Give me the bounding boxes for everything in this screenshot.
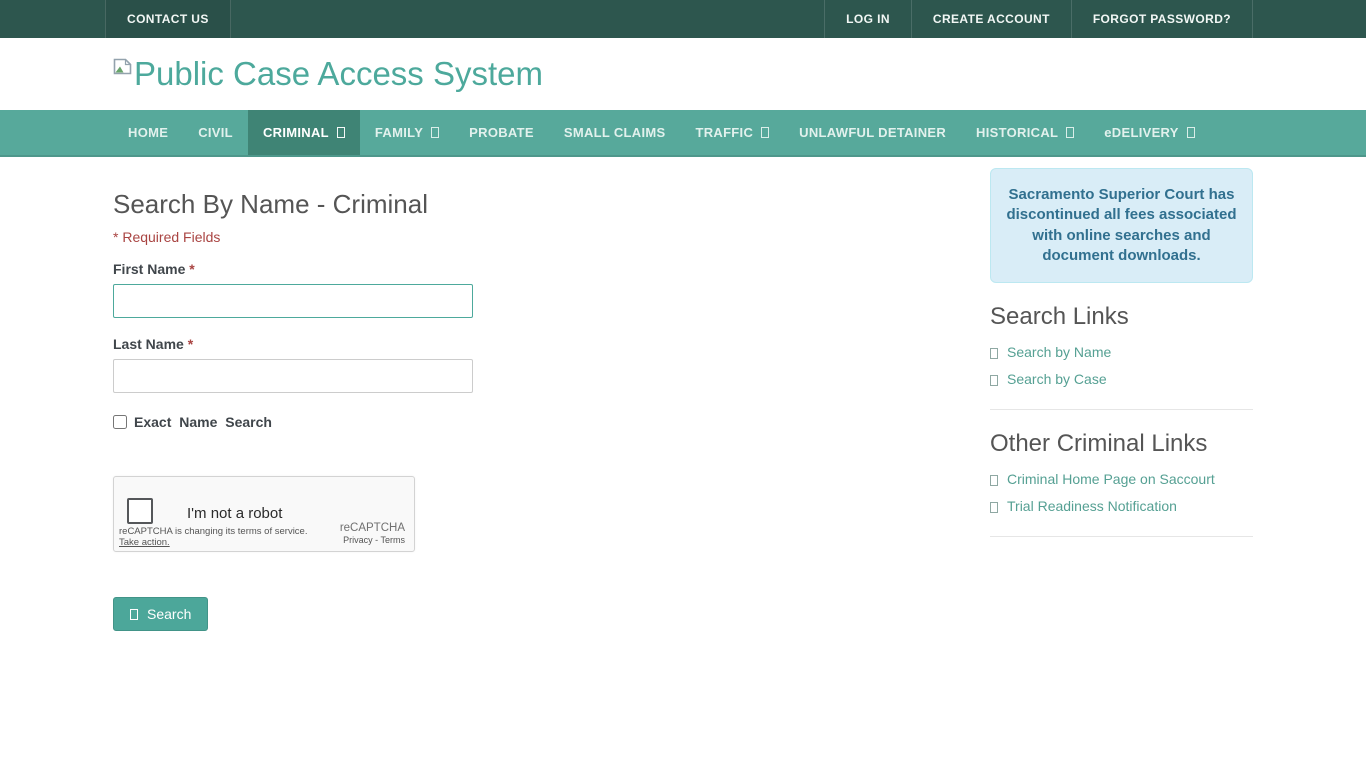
recaptcha-take-action-link[interactable]: Take action. [119, 537, 170, 549]
last-name-label: Last Name * [113, 336, 194, 352]
nav-item-civil[interactable]: CIVIL [183, 110, 248, 155]
exact-name-checkbox[interactable] [113, 415, 127, 429]
required-fields-note: * Required Fields [113, 229, 221, 245]
fee-discontinued-notice: Sacramento Superior Court has discontinu… [990, 168, 1253, 283]
nav-label: CRIMINAL [262, 125, 329, 140]
nav-item-family[interactable]: FAMILY [360, 110, 454, 155]
recaptcha-brand: reCAPTCHA Privacy - Terms [340, 522, 405, 545]
contact-us-link[interactable]: CONTACT US [105, 0, 231, 38]
recaptcha-label: I'm not a robot [187, 505, 283, 522]
link-bullet-icon [990, 347, 998, 359]
create-account-link[interactable]: CREATE ACCOUNT [912, 0, 1072, 38]
recaptcha-widget: I'm not a robot reCAPTCHA is changing it… [113, 476, 415, 552]
criminal-home-page-link[interactable]: Criminal Home Page on Saccourt [990, 471, 1253, 487]
link-bullet-icon [990, 374, 998, 386]
sidebar-divider [990, 536, 1253, 537]
sidebar: Sacramento Superior Court has discontinu… [990, 168, 1253, 631]
log-in-link[interactable]: LOG IN [824, 0, 912, 38]
first-name-label: First Name * [113, 261, 195, 277]
recaptcha-privacy-link[interactable]: Privacy [343, 535, 373, 545]
broken-image-icon [113, 58, 132, 80]
nav-label: HOME [128, 125, 169, 140]
recaptcha-terms-link[interactable]: Terms [381, 535, 406, 545]
nav-item-criminal[interactable]: CRIMINAL [247, 110, 360, 155]
trial-readiness-link[interactable]: Trial Readiness Notification [990, 498, 1253, 514]
site-title: Public Case Access System [134, 54, 543, 92]
topbar: CONTACT US LOG IN CREATE ACCOUNT FORGOT … [0, 0, 1366, 38]
page-title: Search By Name - Criminal [113, 189, 428, 219]
nav-label: UNLAWFUL DETAINER [799, 125, 947, 140]
nav-label: CIVIL [198, 125, 233, 140]
required-marker: * [189, 261, 195, 277]
link-bullet-icon [990, 501, 998, 513]
search-button[interactable]: Search [113, 597, 209, 631]
nav-item-home[interactable]: HOME [113, 110, 183, 155]
search-button-label: Search [147, 606, 192, 622]
nav-item-edelivery[interactable]: eDELIVERY [1089, 110, 1209, 155]
recaptcha-link-separator: - [375, 535, 379, 545]
nav-label: FAMILY [374, 125, 424, 140]
forgot-password-link[interactable]: FORGOT PASSWORD? [1072, 0, 1253, 38]
site-header: Public Case Access System [0, 38, 1366, 110]
nav-label: TRAFFIC [695, 125, 754, 140]
nav-item-small-claims[interactable]: SMALL CLAIMS [549, 110, 681, 155]
search-by-case-link[interactable]: Search by Case [990, 371, 1253, 387]
dropdown-caret-icon [761, 127, 770, 138]
recaptcha-logo-text: reCAPTCHA [339, 522, 405, 534]
site-logo-link[interactable]: Public Case Access System [113, 54, 1253, 92]
nav-label: eDELIVERY [1104, 125, 1179, 140]
recaptcha-checkbox[interactable] [127, 498, 153, 524]
nav-label: HISTORICAL [976, 125, 1059, 140]
link-bullet-icon [990, 474, 998, 486]
search-form-section: Search By Name - Criminal * Required Fie… [113, 168, 873, 631]
nav-item-unlawful-detainer[interactable]: UNLAWFUL DETAINER [784, 110, 961, 155]
nav-item-traffic[interactable]: TRAFFIC [680, 110, 784, 155]
last-name-input[interactable] [113, 359, 473, 393]
dropdown-caret-icon [1186, 127, 1195, 138]
nav-item-historical[interactable]: HISTORICAL [961, 110, 1089, 155]
search-icon [130, 608, 138, 620]
recaptcha-notice: reCAPTCHA is changing its terms of servi… [119, 526, 308, 549]
dropdown-caret-icon [336, 127, 345, 138]
exact-name-label: Exact Name Search [134, 414, 272, 430]
sidebar-divider [990, 409, 1253, 410]
nav-label: SMALL CLAIMS [563, 125, 666, 140]
search-by-name-link[interactable]: Search by Name [990, 344, 1253, 360]
required-marker: * [187, 336, 194, 352]
main-navigation: HOME CIVIL CRIMINAL FAMILY PROBATE SMALL… [0, 110, 1366, 157]
dropdown-caret-icon [1066, 127, 1075, 138]
first-name-input[interactable] [113, 284, 473, 318]
other-criminal-links-title: Other Criminal Links [990, 430, 1208, 457]
search-links-title: Search Links [990, 303, 1129, 330]
nav-label: PROBATE [469, 125, 534, 140]
dropdown-caret-icon [431, 127, 440, 138]
nav-item-probate[interactable]: PROBATE [454, 110, 549, 155]
